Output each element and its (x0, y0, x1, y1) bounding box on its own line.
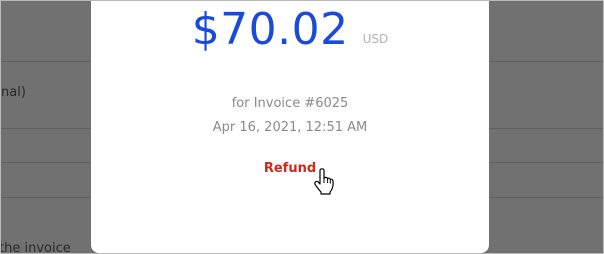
payment-details-modal: $70.02 USD for Invoice #6025 Apr 16, 202… (91, 1, 489, 253)
refund-link[interactable]: Refund (91, 161, 489, 176)
payment-timestamp: Apr 16, 2021, 12:51 AM (212, 120, 368, 135)
hand-pointer-icon (314, 168, 334, 195)
invoice-reference: for Invoice #6025 (231, 96, 349, 111)
currency-code: USD (362, 32, 389, 46)
background-partial-label: nal) (1, 85, 26, 100)
background-partial-label: the invoice (0, 241, 71, 254)
amount-row: $70.02 USD (91, 8, 489, 52)
screenshot-frame: nal) the invoice $70.02 USD for Invoice … (0, 0, 604, 254)
payment-amount: $70.02 (191, 4, 349, 55)
